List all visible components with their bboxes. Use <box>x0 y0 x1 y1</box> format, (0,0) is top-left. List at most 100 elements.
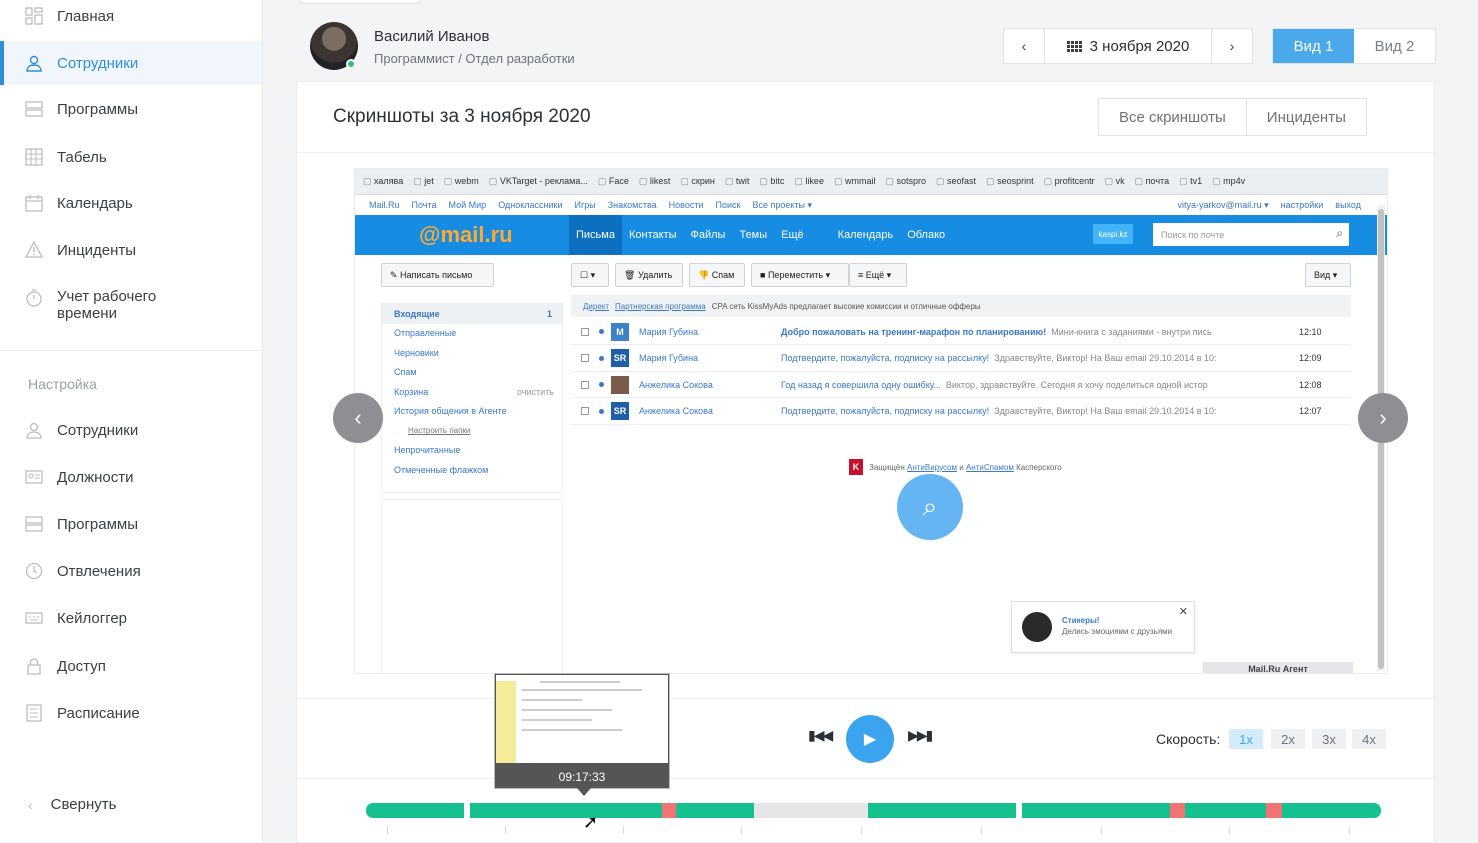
timeline-active-segment[interactable] <box>676 803 754 818</box>
mailru-account-link: vitya-yarkov@mail.ru ▾ <box>1177 199 1269 210</box>
speed-1x-button[interactable]: 1x <box>1229 729 1263 749</box>
mail-folder: Корзина очистить <box>382 382 562 402</box>
kasp-link2: АнтиСпамом <box>965 462 1014 472</box>
sidebar-item-calendar[interactable]: Календарь <box>0 181 262 225</box>
next-screenshot-button[interactable]: › <box>1358 393 1408 443</box>
sidebar-divider <box>0 350 262 351</box>
mail-preview: Мини-книга с заданиями - внутри пись <box>1051 326 1212 337</box>
sidebar-item-label: Доступ <box>57 657 106 675</box>
speed-3x-button[interactable]: 3x <box>1312 729 1346 749</box>
view2-button[interactable]: Вид 2 <box>1354 29 1435 63</box>
timeline-incident-segment[interactable] <box>662 803 676 818</box>
date-label: 3 ноября 2020 <box>1089 37 1190 55</box>
kasp-link1: АнтиВирусом <box>907 462 958 472</box>
next-date-button[interactable]: › <box>1212 29 1252 63</box>
tab-all-screenshots[interactable]: Все скриншоты <box>1099 99 1246 135</box>
sidebar-item-timesheet[interactable]: Табель <box>0 135 262 179</box>
mail-time: 12:10 <box>1299 326 1322 337</box>
sticker-popup: Стикеры! Делись эмоциями с друзьями ✕ <box>1011 601 1195 653</box>
timeline-active-segment[interactable] <box>470 803 662 818</box>
settings-item-keylogger[interactable]: Кейлоггер <box>0 596 262 640</box>
mail-time: 12:09 <box>1299 353 1322 363</box>
sender-avatar: SR <box>611 402 629 420</box>
bookmark-item: sotspro <box>885 176 926 187</box>
mailru-header: @mail.ru Письма Контакты Файлы Темы Ещё Кален… <box>355 215 1387 255</box>
mail-time: 12:08 <box>1299 379 1322 390</box>
mail-sender: Мария Губина <box>639 326 699 337</box>
ad-label: Директ <box>583 301 610 311</box>
agent-bar: Mail.Ru Агент <box>1203 662 1353 673</box>
skip-back-button[interactable]: ▮◀◀ <box>808 727 833 744</box>
calendar-icon <box>24 193 44 213</box>
timeline-active-segment[interactable] <box>366 803 464 818</box>
collapse-sidebar-button[interactable]: ‹ Свернуть <box>28 796 116 813</box>
sidebar-item-incidents[interactable]: Инциденты <box>0 228 262 272</box>
mail-folder: Черновики <box>382 343 562 363</box>
kaspersky-note: K Защищён АнтиВирусом и АнтиСпамом Каспе… <box>849 459 1062 475</box>
activity-timeline[interactable] <box>366 803 1381 818</box>
bookmark-item: seosprint <box>986 176 1034 187</box>
mail-folder: Отправленные <box>382 324 562 344</box>
date-picker: ‹ 3 ноября 2020 › <box>1003 28 1253 64</box>
mail-folder-label: Входящие <box>394 308 440 319</box>
mail-checkbox <box>581 407 589 415</box>
settings-item-programs[interactable]: Программы <box>0 502 262 546</box>
view-mode-label: Вид ▾ <box>1314 269 1338 280</box>
sidebar-item-home[interactable]: Главная <box>0 0 262 38</box>
mailru-logo: @mail.ru <box>419 222 513 247</box>
search-icon: ⌕ <box>1336 226 1343 240</box>
mail-folder-label: Настроить папки <box>408 426 471 436</box>
mailru-nav: Письма Контакты Файлы Темы Ещё Календарь Облак… <box>569 215 952 255</box>
sticker-title: Стикеры! <box>1062 616 1100 625</box>
programs-icon <box>24 99 44 119</box>
sidebar-item-label: Сотрудники <box>57 421 139 439</box>
compose-label: Написать письмо <box>400 270 473 280</box>
browser-bookmarks-bar: халяваjetwebmVKTarget - реклама...Faceli… <box>355 169 1387 195</box>
sidebar-item-programs[interactable]: Программы <box>0 87 262 131</box>
play-button[interactable]: ▶ <box>846 715 894 763</box>
zoom-button[interactable]: ⌕ <box>897 474 963 540</box>
unread-dot <box>599 329 604 334</box>
timeline-preview-tooltip: 09:17:33 <box>494 673 670 796</box>
sidebar-item-employees[interactable]: Сотрудники <box>0 41 262 85</box>
screenshot-preview[interactable]: халяваjetwebmVKTarget - реклама...Faceli… <box>354 168 1388 674</box>
mailru-top-link: Поиск <box>715 200 741 210</box>
timeline-active-segment[interactable] <box>1185 803 1266 818</box>
prev-date-button[interactable]: ‹ <box>1004 29 1044 63</box>
skip-forward-button[interactable]: ▶▶▮ <box>908 727 933 744</box>
settings-item-distractions[interactable]: Отвлечения <box>0 549 262 593</box>
speed-4x-button[interactable]: 4x <box>1352 729 1386 749</box>
mail-preview: Виктор, здравствуйте. Сегодня я хочу под… <box>945 379 1208 390</box>
timeline-incident-segment[interactable] <box>1266 803 1282 818</box>
sidebar-item-label: Отвлечения <box>57 562 141 580</box>
view1-button[interactable]: Вид 1 <box>1273 29 1354 63</box>
timeline-active-segment[interactable] <box>1282 803 1381 818</box>
tab-incidents[interactable]: Инциденты <box>1245 99 1366 135</box>
mail-sender: Анжелика Сокова <box>639 379 713 390</box>
sidebar-item-label: Сотрудники <box>57 54 139 72</box>
date-display[interactable]: 3 ноября 2020 <box>1044 29 1212 63</box>
mailru-top-link: Одноклассники <box>498 200 563 210</box>
bookmark-item: profitcentr <box>1044 176 1095 187</box>
prev-screenshot-button[interactable]: ‹ <box>333 393 383 443</box>
timeline-incident-segment[interactable] <box>1170 803 1185 818</box>
unread-dot <box>599 355 604 361</box>
mailru-account-link: настройки <box>1280 199 1324 210</box>
timeline-idle-segment[interactable] <box>754 803 868 818</box>
timeline-tick <box>505 826 506 834</box>
timeline-active-segment[interactable] <box>1022 803 1170 818</box>
settings-item-positions[interactable]: Должности <box>0 455 262 499</box>
bookmark-item: скрин <box>680 176 714 187</box>
mail-subject: Подтвердите, пожалуйста, подписку на рас… <box>781 406 990 416</box>
magnifier-icon: ⌕ <box>922 491 938 521</box>
sidebar: Главная Сотрудники Программы Табель Кале… <box>0 0 263 843</box>
bookmark-item: почта <box>1135 176 1169 187</box>
speed-2x-button[interactable]: 2x <box>1271 729 1305 749</box>
settings-item-schedule[interactable]: Расписание <box>0 691 262 735</box>
sidebar-item-worktime[interactable]: Учет рабочего времени <box>0 278 262 338</box>
settings-item-access[interactable]: Доступ <box>0 644 262 688</box>
settings-item-employees[interactable]: Сотрудники <box>0 408 262 452</box>
mailru-nav-item: Файлы <box>690 229 726 241</box>
top-fragment <box>300 0 420 4</box>
timeline-active-segment[interactable] <box>868 803 1016 818</box>
